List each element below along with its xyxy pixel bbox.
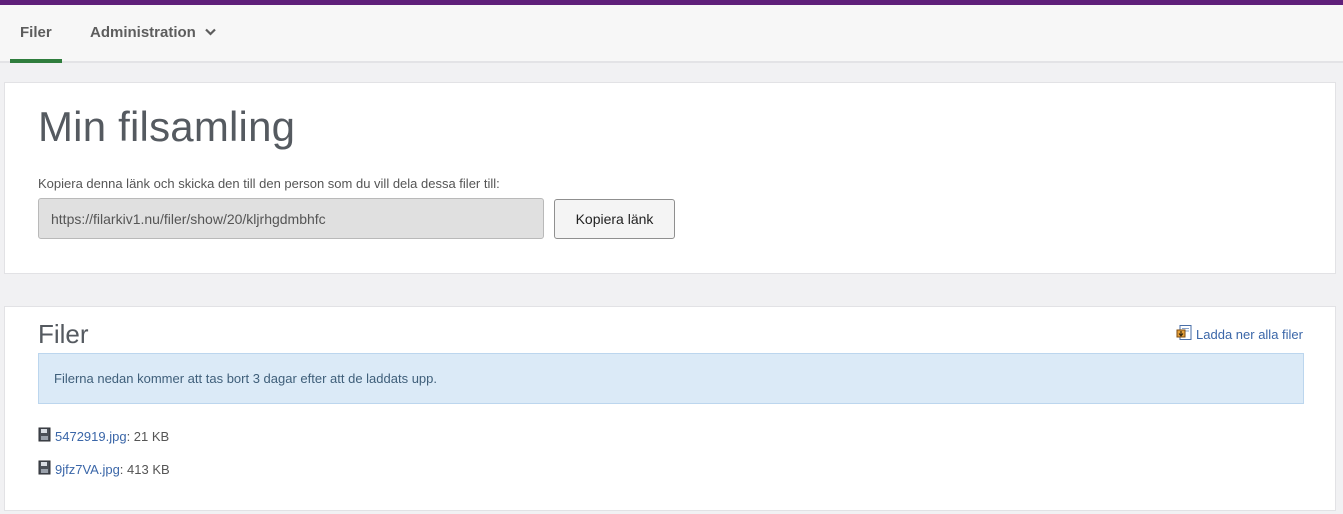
page-title: Min filsamling [38, 103, 296, 150]
file-link[interactable]: 5472919.jpg [55, 429, 127, 444]
share-link-input[interactable] [38, 198, 544, 239]
nav-tab-administration[interactable]: Administration [90, 5, 216, 63]
file-size: : 413 KB [119, 461, 170, 477]
nav-tab-label: Administration [90, 24, 196, 41]
file-link[interactable]: 9jfz7VA.jpg [55, 462, 120, 477]
nav-tab-filer[interactable]: Filer [10, 5, 62, 63]
file-row: 9jfz7VA.jpg : 413 KB [38, 460, 170, 478]
file-icon [38, 460, 55, 478]
deletion-notice: Filerna nedan kommer att tas bort 3 daga… [38, 353, 1304, 404]
file-size: : 21 KB [126, 428, 170, 444]
file-icon [38, 427, 55, 445]
download-all-link[interactable]: Ladda ner alla filer [1176, 324, 1303, 344]
files-section-title: Filer [38, 319, 89, 349]
file-row: 5472919.jpg : 21 KB [38, 427, 169, 445]
chevron-down-icon [205, 4, 216, 60]
share-instructions: Kopiera denna länk och skicka den till d… [38, 176, 500, 191]
main-nav: Filer Administration [0, 5, 1343, 63]
nav-tab-label: Filer [20, 24, 52, 41]
copy-link-button[interactable]: Kopiera länk [554, 199, 675, 239]
files-card: Filer Ladda ner alla filer Filerna nedan… [4, 306, 1336, 511]
collection-card: Min filsamling Kopiera denna länk och sk… [4, 82, 1336, 274]
download-all-label: Ladda ner alla filer [1196, 326, 1303, 342]
download-archive-icon [1176, 324, 1196, 344]
